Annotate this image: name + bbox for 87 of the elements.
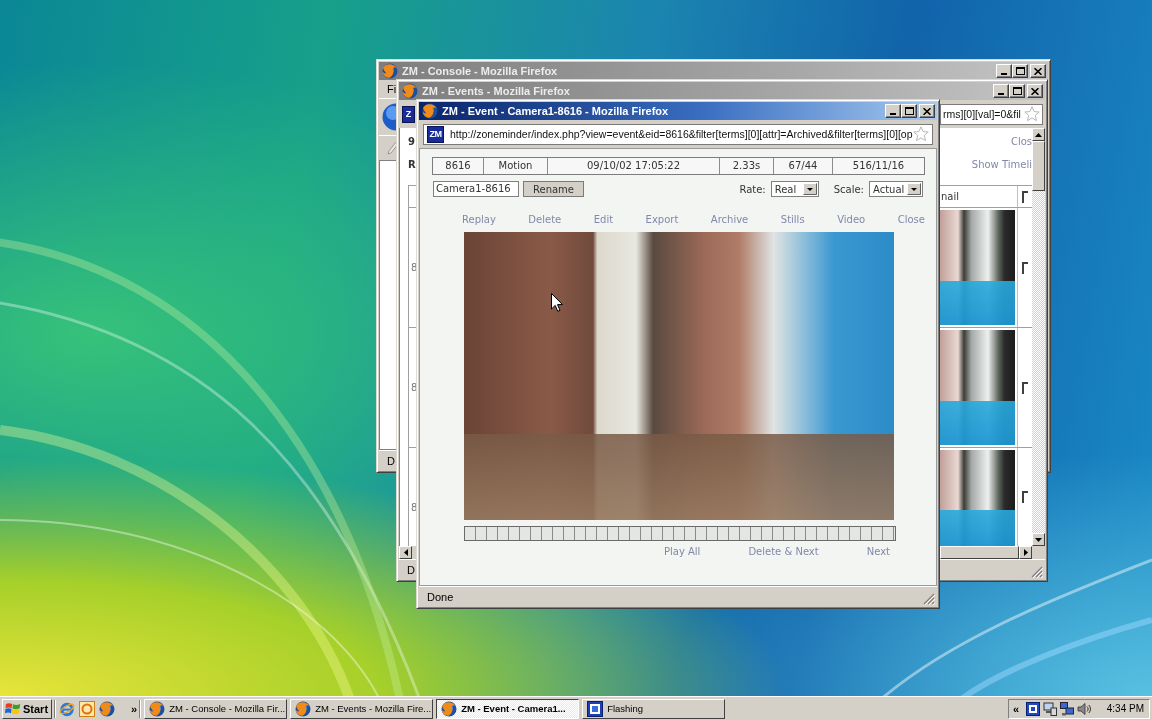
start-button[interactable]: Start — [2, 698, 52, 719]
window-title: ZM - Events - Mozilla Firefox — [422, 85, 571, 97]
vertical-scrollbar[interactable] — [1032, 128, 1045, 546]
orbit-globe-icon[interactable] — [59, 700, 75, 717]
scrollbar-thumb[interactable] — [1032, 141, 1045, 191]
ring-tile-icon[interactable] — [79, 700, 95, 717]
dropdown-arrow-icon — [802, 183, 817, 195]
table-cell: 67/44 — [773, 158, 832, 174]
globe-icon — [295, 700, 312, 717]
page-link[interactable]: Show Timeli — [971, 158, 1032, 172]
thumbnail-placeholder[interactable] — [940, 450, 1015, 546]
maximize-icon — [1012, 87, 1022, 95]
dropdown-arrow-icon — [907, 183, 921, 195]
rename-button[interactable]: Rename — [523, 181, 584, 197]
globe-icon — [422, 103, 438, 119]
table-cell: Motion — [483, 158, 547, 174]
window-title: ZM - Event - Camera1-8616 - Mozilla Firefox — [442, 105, 670, 117]
page-text: R — [408, 158, 416, 172]
status-text: Done — [427, 590, 454, 603]
close-button[interactable] — [919, 104, 935, 118]
computer-icon[interactable] — [1043, 701, 1058, 716]
resize-grip-icon[interactable] — [1031, 566, 1043, 578]
close-icon — [1034, 67, 1042, 75]
page-link[interactable]: Clos — [1010, 135, 1032, 149]
globe-icon — [402, 83, 418, 99]
table-cell: 8 — [411, 382, 418, 393]
resize-grip-icon[interactable] — [923, 593, 935, 605]
close-icon — [1031, 87, 1039, 95]
menu-item[interactable]: Fi — [387, 83, 397, 95]
scale-select[interactable]: Actual — [869, 181, 923, 197]
window-title: ZM - Console - Mozilla Firefox — [402, 65, 559, 77]
table-cell-text: 8616 — [444, 159, 472, 173]
maximize-button[interactable] — [901, 104, 917, 118]
right-arrow-icon — [1023, 549, 1028, 556]
table-cell: 516/11/16 — [832, 158, 924, 174]
pointer-icon — [551, 293, 563, 312]
scale-label: Scale: — [833, 183, 864, 195]
table-cell: 8 — [411, 502, 418, 513]
address-field[interactable]: ZM http://zoneminder/index.php?view=event&eid=8616&filter[terms][0][attr]=Archived&filter[terms][0][op — [423, 123, 933, 145]
flag-icon — [5, 701, 21, 716]
speaker-icon[interactable] — [1077, 701, 1092, 716]
down-arrow-icon — [1035, 537, 1042, 542]
minimize-icon — [890, 113, 896, 115]
tray-chevron-button[interactable]: « — [1013, 702, 1020, 715]
globe-icon — [441, 700, 458, 717]
left-arrow-icon — [403, 549, 408, 556]
scroll-right-button[interactable] — [1019, 546, 1032, 559]
site-logo: Z — [402, 105, 415, 123]
rate-select[interactable]: Real — [770, 181, 819, 197]
star-icon[interactable] — [913, 126, 929, 142]
star-icon[interactable] — [1024, 106, 1040, 122]
table-cell: 8 — [411, 262, 418, 273]
scroll-down-button[interactable] — [1032, 533, 1045, 546]
scroll-up-button[interactable] — [1032, 128, 1045, 141]
minimize-icon — [998, 93, 1004, 95]
taskbar-button[interactable]: ZM - Events - Mozilla Fire... — [290, 698, 434, 719]
clock-text: 4:34 PM — [1106, 703, 1144, 714]
globe-icon — [149, 700, 166, 717]
thumbnail-placeholder[interactable] — [940, 330, 1015, 445]
address-field[interactable]: rms][0][val]=0&fil — [940, 103, 1043, 125]
globe-icon — [99, 700, 115, 717]
up-arrow-icon — [1035, 132, 1042, 137]
table-cell: 09/10/02 17:05:22 — [547, 158, 719, 174]
table-cell: 2.33s — [719, 158, 773, 174]
close-icon — [923, 107, 931, 115]
minimize-icon — [1001, 73, 1007, 75]
progress-track[interactable] — [464, 526, 896, 541]
rate-label: Rate: — [739, 183, 766, 195]
globe-icon — [382, 63, 398, 79]
taskbar-button[interactable]: ZM - Event - Camera1... — [436, 698, 580, 719]
app-window-icon — [587, 700, 604, 717]
scrollbar-thumb[interactable] — [940, 546, 1019, 559]
maximize-icon — [1015, 67, 1025, 75]
maximize-icon — [904, 107, 914, 115]
status-text: D — [407, 563, 415, 576]
minimize-button[interactable] — [885, 104, 901, 118]
network-icon[interactable] — [1060, 701, 1075, 716]
taskbar-button[interactable]: Flashing — [582, 698, 726, 719]
status-text: D — [387, 454, 395, 467]
name-input[interactable]: Camera1-8616 — [433, 181, 519, 197]
chevron-button[interactable]: » — [131, 702, 138, 715]
scroll-left-button[interactable] — [399, 546, 412, 559]
page-text: 9 — [408, 135, 415, 149]
thumbnail-placeholder[interactable] — [940, 210, 1015, 325]
app-window-icon[interactable] — [1026, 701, 1041, 716]
site-logo: ZM — [427, 125, 444, 143]
taskbar-button[interactable]: ZM - Console - Mozilla Fir... — [144, 698, 288, 719]
